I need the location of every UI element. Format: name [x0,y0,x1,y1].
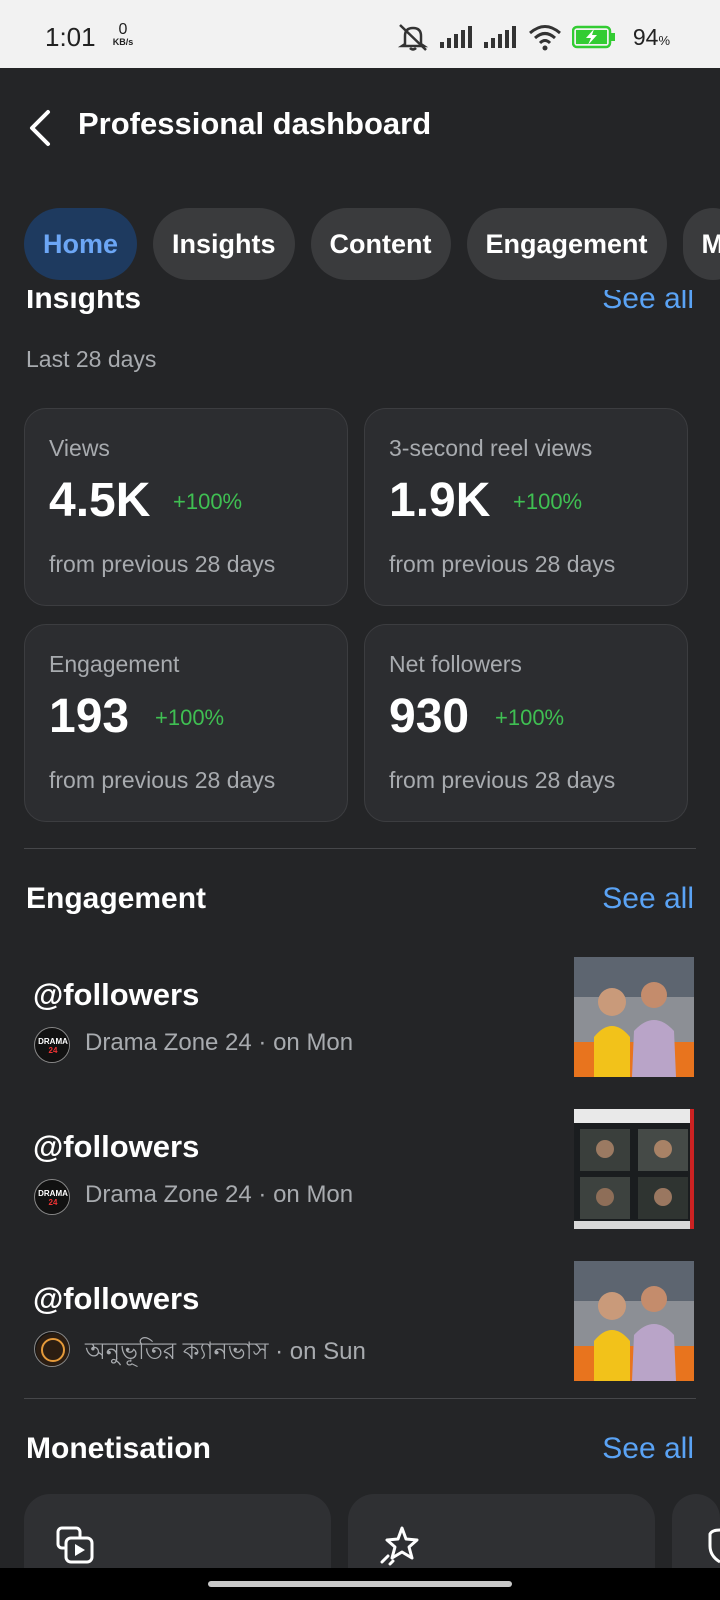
card-delta: +100% [495,705,565,730]
engagement-meta: Drama Zone 24 · on Mon [85,1029,354,1056]
insight-card-engagement[interactable]: Engagement 193 +100% from previous 28 da… [24,624,348,822]
battery-percent-unit: % [658,33,670,48]
status-icons [396,22,616,52]
card-label: Engagement [49,651,180,677]
collage-thumbnail[interactable] [574,1109,694,1229]
insight-card-views[interactable]: Views 4.5K +100% from previous 28 days [24,408,348,606]
status-time: 1:01 [45,22,96,52]
app-header: Professional dashboard [0,68,720,180]
canvas-logo-icon [34,1331,70,1367]
signal-icon [440,26,472,48]
engagement-handle: @followers [33,977,200,1012]
divider [24,848,696,849]
card-delta: +100% [155,705,225,730]
svg-text:24: 24 [49,1046,58,1055]
couple-thumbnail[interactable] [574,1261,694,1381]
battery-icon [572,25,615,49]
drama-zone-logo-icon: DRAMA 24 [34,1027,70,1063]
mute-icon [397,24,429,51]
shield-icon [708,1528,720,1564]
engagement-meta: Drama Zone 24 · on Mon [85,1181,354,1208]
svg-text:DRAMA: DRAMA [38,1037,68,1046]
wifi-icon [529,25,561,51]
engagement-see-all-link[interactable]: See all [602,882,694,916]
engagement-meta: অনুভূতির ক্যানভাস · on Sun [85,1338,366,1365]
card-label: Views [49,435,110,461]
card-label: 3-second reel views [389,435,593,461]
card-comparison: from previous 28 days [389,767,616,793]
back-arrow-icon[interactable] [26,108,56,148]
insights-header-clip: Insights See all [0,290,720,340]
monetisation-title: Monetisation [26,1432,211,1465]
card-comparison: from previous 28 days [49,551,276,577]
network-speed-value: 0 [118,21,128,38]
video-photo-icon [56,1526,94,1564]
monetisation-header: Monetisation See all [26,1432,694,1466]
engagement-handle: @followers [33,1281,200,1316]
insights-title: Insights [26,290,142,315]
tab-insights[interactable]: Insights [153,208,295,280]
signal-2-icon [484,26,516,48]
engagement-item[interactable]: @followers অনুভূতির ক্যানভাস · on Sun [24,1261,696,1381]
couple-thumbnail[interactable] [574,957,694,1077]
tab-more[interactable]: M [682,208,720,280]
insight-card-net-followers[interactable]: Net followers 930 +100% from previous 28… [364,624,688,822]
engagement-title: Engagement [26,882,207,915]
card-value: 193 [49,690,130,743]
insights-header: Insights See all [26,290,694,316]
monetisation-see-all-link[interactable]: See all [602,1432,694,1466]
divider [24,1398,696,1399]
card-delta: +100% [513,489,583,514]
battery-percent-value: 94 [632,24,659,50]
tab-home[interactable]: Home [24,208,138,280]
insights-see-all-link[interactable]: See all [602,290,694,316]
home-indicator[interactable] [208,1581,512,1587]
card-value: 1.9K [389,474,491,527]
network-speed: 0 KB/s [108,22,138,47]
drama-zone-logo-icon: DRAMA 24 [34,1179,70,1215]
tab-content[interactable]: Content [310,208,451,280]
card-label: Net followers [389,651,522,677]
insight-card-reel-views[interactable]: 3-second reel views 1.9K +100% from prev… [364,408,688,606]
svg-text:DRAMA: DRAMA [38,1189,68,1198]
engagement-item[interactable]: @followers DRAMA 24 Drama Zone 24 · on M… [24,957,696,1077]
card-value: 4.5K [49,474,151,527]
card-value: 930 [389,690,470,743]
tab-bar: Home Insights Content Engagement M [24,208,720,280]
engagement-item[interactable]: @followers DRAMA 24 Drama Zone 24 · on M… [24,1109,696,1229]
card-delta: +100% [173,489,243,514]
star-sparkle-icon [380,1526,419,1566]
svg-text:24: 24 [49,1198,58,1207]
status-bar: 1:01 0 KB/s 94% [0,0,720,68]
page-title: Professional dashboard [78,106,432,141]
engagement-handle: @followers [33,1129,200,1164]
battery-percent: 94% [633,24,670,51]
card-comparison: from previous 28 days [389,551,616,577]
card-comparison: from previous 28 days [49,767,276,793]
engagement-header: Engagement See all [26,882,694,916]
insights-period: Last 28 days [26,346,157,372]
tab-engagement[interactable]: Engagement [466,208,667,280]
network-speed-unit: KB/s [112,37,134,47]
